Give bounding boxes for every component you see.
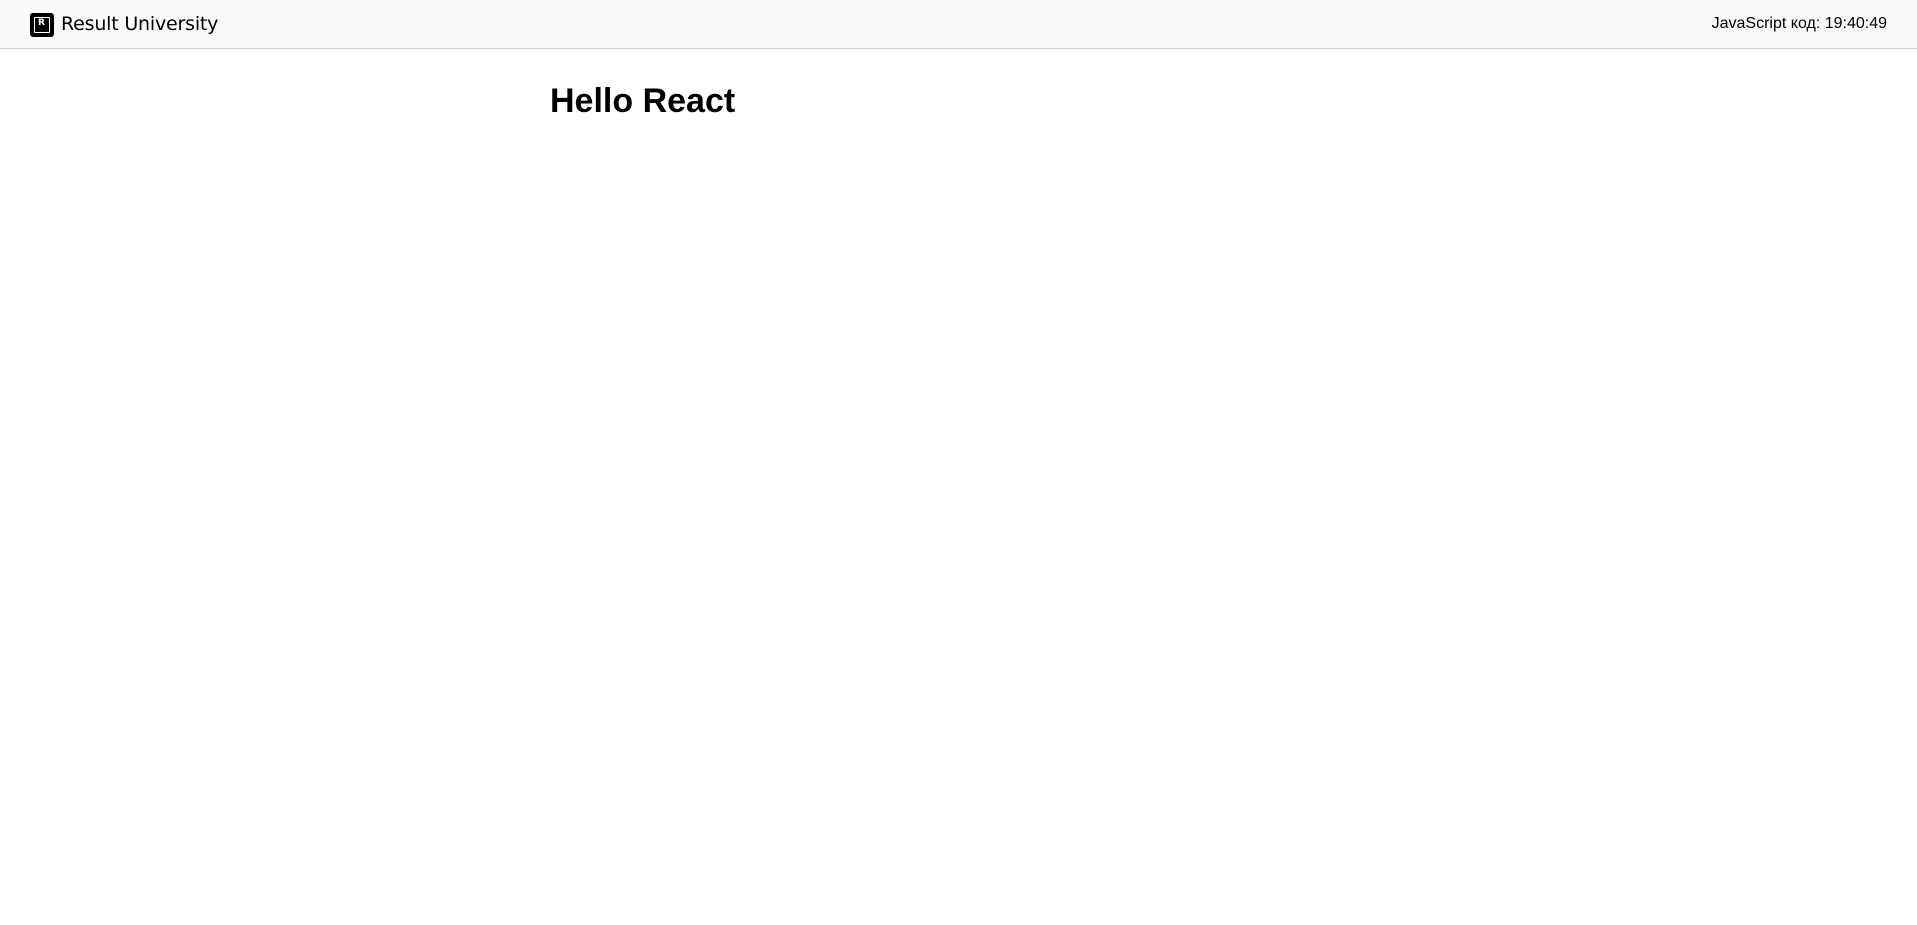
- logo-inner-frame: R: [34, 16, 50, 33]
- result-university-logo-icon: R: [30, 12, 54, 37]
- javascript-clock: JavaScript код: 19:40:49: [1711, 15, 1887, 32]
- brand-logo-link[interactable]: R Result University: [30, 12, 218, 37]
- brand-name: Result University: [61, 13, 219, 35]
- main-content: Hello React: [550, 80, 735, 122]
- top-header: R Result University JavaScript код: 19:4…: [0, 0, 1917, 49]
- logo-letter: R: [38, 17, 45, 28]
- page-title: Hello React: [550, 82, 736, 120]
